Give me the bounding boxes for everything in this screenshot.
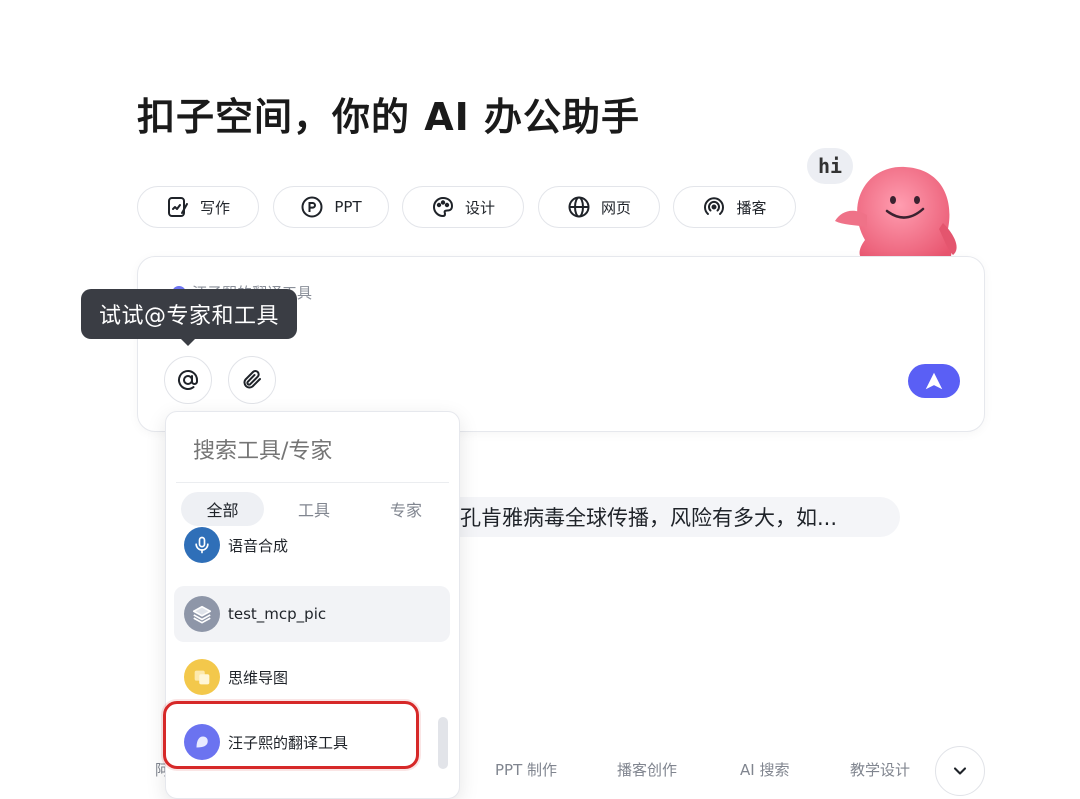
tab-experts[interactable]: 专家 — [366, 492, 446, 526]
send-button[interactable] — [908, 364, 960, 398]
globe-icon — [568, 196, 590, 218]
chip-label: PPT — [334, 198, 362, 216]
at-sign-icon — [178, 369, 198, 390]
bottom-tab-podcast[interactable]: 播客创作 — [617, 759, 677, 780]
bottom-tab-ppt[interactable]: PPT 制作 — [495, 759, 557, 780]
list-item-label: 语音合成 — [228, 536, 289, 555]
list-item-label: test_mcp_pic — [228, 605, 327, 623]
mention-tooltip: 试试@专家和工具 — [81, 289, 297, 339]
tooltip-arrow — [180, 338, 196, 346]
tool-search-input[interactable] — [191, 438, 445, 465]
bottom-tab-ai-search[interactable]: AI 搜索 — [740, 759, 789, 780]
attach-button[interactable] — [228, 356, 276, 404]
send-arrow-icon — [925, 372, 943, 390]
chip-podcast[interactable]: 播客 — [673, 186, 796, 228]
ppt-icon — [301, 196, 323, 218]
highlight-annotation — [163, 701, 419, 769]
chip-label: 网页 — [600, 198, 631, 217]
writing-icon — [167, 197, 188, 217]
paperclip-icon — [243, 370, 261, 389]
more-tabs-button[interactable] — [935, 746, 985, 796]
chip-label: 设计 — [464, 198, 495, 217]
chip-label: 播客 — [736, 198, 767, 217]
suggested-prompt[interactable]: 孔肯雅病毒全球传播，风险有多大，如... — [430, 497, 900, 537]
chevron-down-icon — [953, 767, 967, 775]
tab-tools[interactable]: 工具 — [274, 492, 354, 526]
list-item[interactable]: test_mcp_pic — [174, 586, 450, 642]
tab-all[interactable]: 全部 — [181, 492, 264, 526]
chip-design[interactable]: 设计 — [402, 186, 524, 228]
chip-label: 写作 — [199, 198, 230, 217]
hi-speech-bubble: hi — [807, 148, 853, 184]
mindmap-avatar-icon — [184, 659, 220, 695]
list-item[interactable]: 思维导图 — [174, 649, 450, 705]
bottom-tab-teaching[interactable]: 教学设计 — [850, 759, 910, 780]
divider — [176, 482, 449, 483]
chip-webpage[interactable]: 网页 — [538, 186, 660, 228]
dropdown-scrollbar[interactable] — [438, 717, 448, 769]
chip-writing[interactable]: 写作 — [137, 186, 259, 228]
layers-avatar-icon — [184, 596, 220, 632]
podcast-icon — [704, 197, 725, 215]
list-item-label: 思维导图 — [228, 668, 289, 687]
microphone-avatar-icon — [184, 527, 220, 563]
page-title: 扣子空间，你的 AI 办公助手 — [137, 95, 641, 139]
list-item[interactable]: 语音合成 — [174, 522, 450, 568]
palette-icon — [432, 196, 453, 218]
chip-ppt[interactable]: PPT — [273, 186, 389, 228]
mention-button[interactable] — [164, 356, 212, 404]
